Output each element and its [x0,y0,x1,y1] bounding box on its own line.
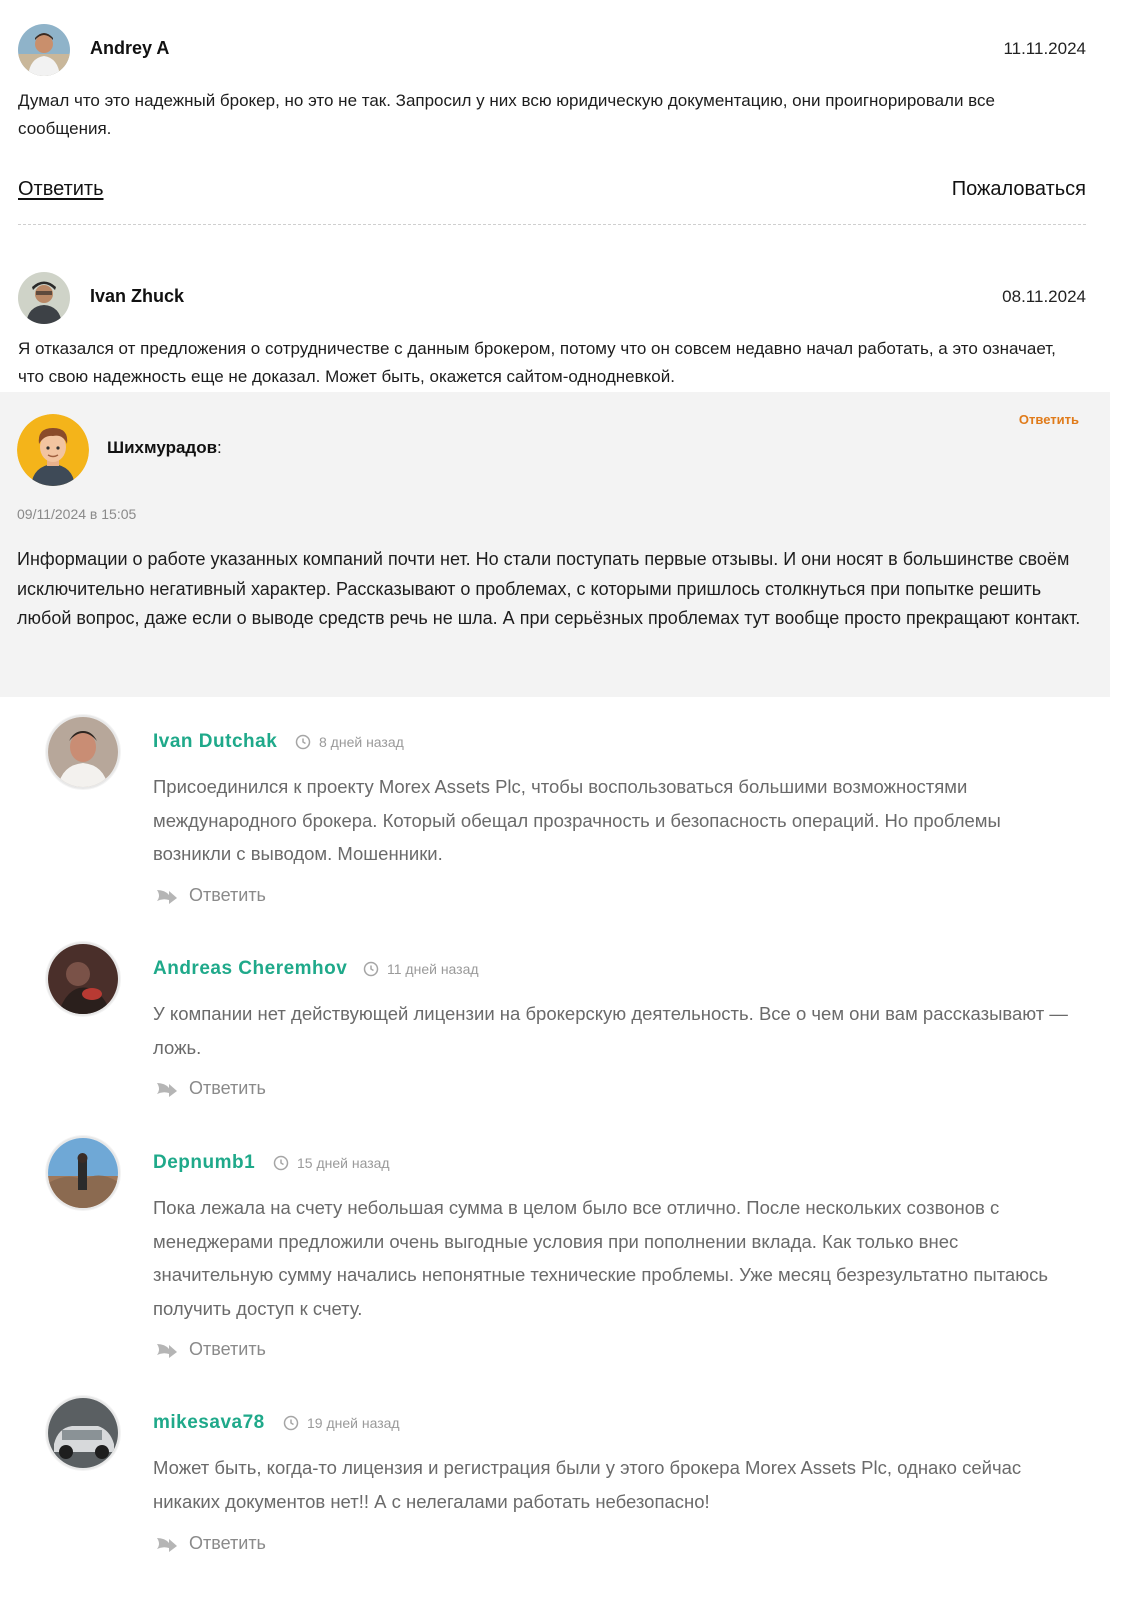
avatar[interactable] [18,272,70,324]
reply-button[interactable]: Ответить [155,1339,266,1360]
reply-arrow-icon [157,1343,177,1358]
reply-label[interactable]: Ответить [189,885,266,906]
complain-link[interactable]: Пожаловаться [952,178,1086,201]
author-name: Шихмурадов [107,438,218,457]
comment-time: 8 дней назад [295,734,404,750]
avatar[interactable] [18,24,70,76]
comment-text: Пока лежала на счету небольшая сумма в ц… [153,1197,1048,1319]
time-label: 15 дней назад [297,1155,390,1171]
time-label: 19 дней назад [307,1415,400,1431]
comment-time: 15 дней назад [273,1155,390,1171]
separator [18,224,1086,225]
review-author[interactable]: Andrey A [90,38,169,59]
reply-label[interactable]: Ответить [189,1533,266,1554]
comment-author[interactable]: mikesava78 [153,1412,265,1434]
reply-arrow-icon [157,1082,177,1097]
reply-button[interactable]: Ответить [155,885,266,906]
avatar[interactable] [46,1396,120,1470]
avatar[interactable] [46,942,120,1016]
reply-button[interactable]: Ответить [155,1533,266,1554]
review-text: Думал что это надежный брокер, но это не… [18,91,995,138]
comment-text: Может быть, когда-то лицензия и регистра… [153,1457,1022,1512]
reply-label[interactable]: Ответить [189,1078,266,1099]
comment-author: Шихмурадов: [107,438,222,458]
reply-link[interactable]: Ответить [18,178,104,201]
comment-text: Присоединился к проекту Morex Assets Plc… [153,776,1001,864]
clock-icon [363,961,379,977]
reply-label[interactable]: Ответить [189,1339,266,1360]
clock-icon [295,734,311,750]
comment-time: 19 дней назад [283,1415,400,1431]
comment-item: Andreas Cheremhov 11 дней назад У компан… [0,927,1141,1117]
comment-author[interactable]: Ivan Dutchak [153,731,277,753]
reply-arrow-icon [157,889,177,904]
review-card: Andrey A 11.11.2024 Думал что это надежн… [0,0,1141,235]
avatar [17,414,89,486]
comment-item: mikesava78 19 дней назад Может быть, ког… [0,1381,1141,1600]
time-label: 11 дней назад [387,961,479,977]
comment-block: Шихмурадов: Ответить 09/11/2024 в 15:05 … [0,392,1110,697]
reply-button[interactable]: Ответить [155,1078,266,1099]
comment-item: Depnumb1 15 дней назад Пока лежала на сч… [0,1121,1141,1381]
comment-date: 09/11/2024 в 15:05 [17,506,137,522]
comment-text: Информации о работе указанных компаний п… [17,549,1081,628]
comment-author[interactable]: Andreas Cheremhov [153,958,347,980]
author-colon: : [217,438,222,457]
comment-text: У компании нет действующей лицензии на б… [153,1003,1068,1058]
avatar[interactable] [46,715,120,789]
clock-icon [283,1415,299,1431]
reply-arrow-icon [157,1537,177,1552]
avatar[interactable] [46,1136,120,1210]
review-card: Ivan Zhuck 08.11.2024 Я отказался от пре… [0,260,1141,390]
comment-author[interactable]: Depnumb1 [153,1152,255,1174]
reply-button[interactable]: Ответить [1019,412,1079,427]
comment-item: Ivan Dutchak 8 дней назад Присоединился … [0,700,1141,925]
review-date: 08.11.2024 [1002,287,1086,306]
review-text: Я отказался от предложения о сотрудничес… [18,339,1056,386]
review-date: 11.11.2024 [1003,39,1086,58]
review-author[interactable]: Ivan Zhuck [90,286,184,307]
comment-time: 11 дней назад [363,961,479,977]
clock-icon [273,1155,289,1171]
time-label: 8 дней назад [319,734,404,750]
